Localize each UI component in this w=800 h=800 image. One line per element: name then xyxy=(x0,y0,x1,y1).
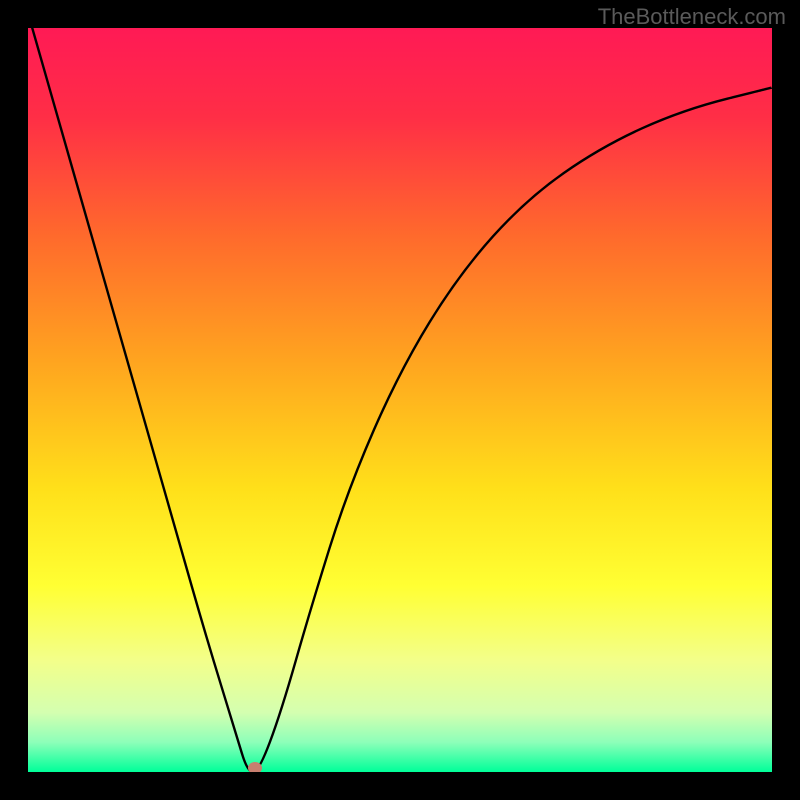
chart-frame xyxy=(28,28,772,772)
bottleneck-curve xyxy=(28,28,772,772)
attribution-text: TheBottleneck.com xyxy=(598,4,786,30)
curve-layer xyxy=(28,28,772,772)
minimum-marker xyxy=(248,762,262,772)
